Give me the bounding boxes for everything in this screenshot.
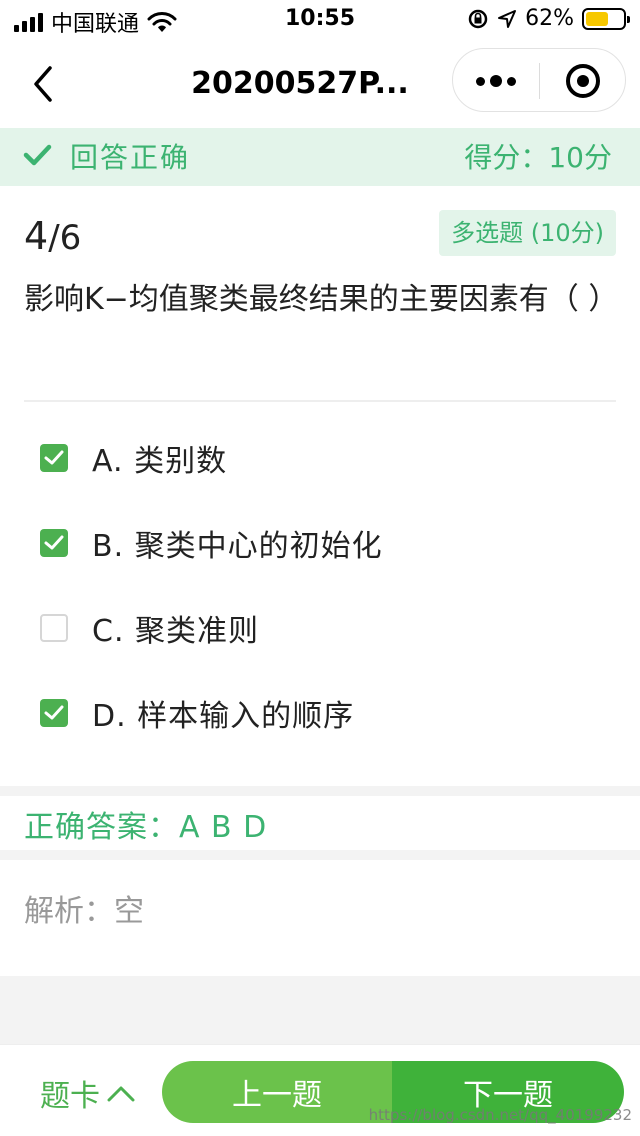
watermark: https://blog.csdn.net/qq_40199232 xyxy=(368,1106,632,1124)
option-a[interactable]: A. 类别数 xyxy=(40,428,600,488)
option-label: A. 类别数 xyxy=(92,444,228,479)
result-status: 回答正确 xyxy=(70,141,191,174)
divider xyxy=(24,400,616,402)
back-button[interactable] xyxy=(26,62,62,106)
analysis-value: 空 xyxy=(114,894,144,929)
option-label: C. 聚类准则 xyxy=(92,614,260,649)
option-c[interactable]: C. 聚类准则 xyxy=(40,598,600,658)
close-miniprogram-button[interactable] xyxy=(540,49,626,113)
option-label: D. 样本输入的顺序 xyxy=(92,699,355,734)
page-title: 20200527P... xyxy=(191,66,409,101)
check-icon xyxy=(23,144,52,166)
question-type-badge: 多选题 (10分) xyxy=(439,210,616,256)
more-button[interactable] xyxy=(453,49,539,113)
nav-bar: 20200527P... xyxy=(0,40,640,128)
chevron-up-icon xyxy=(107,1086,135,1102)
score-label: 得分：10分 xyxy=(464,141,612,174)
battery-icon xyxy=(582,7,630,30)
section-gap xyxy=(0,850,640,860)
rotation-lock-icon xyxy=(468,9,488,28)
battery-percent: 62% xyxy=(525,6,574,31)
correct-answer: 正确答案：A B D xyxy=(24,802,267,846)
analysis-label: 解析： xyxy=(24,894,114,929)
location-icon xyxy=(498,9,517,28)
correct-answer-value: A B D xyxy=(179,810,268,845)
empty-area xyxy=(0,976,640,1044)
checkbox-checked-icon xyxy=(40,444,68,472)
checkbox-unchecked-icon xyxy=(40,614,68,642)
question-total: /6 xyxy=(48,218,82,258)
correct-answer-label: 正确答案： xyxy=(24,810,179,845)
question-card-button[interactable]: 题卡 xyxy=(40,1071,136,1115)
menu-capsule xyxy=(452,48,626,112)
close-target-icon xyxy=(566,64,600,98)
prev-question-button[interactable]: 上一题 xyxy=(162,1061,392,1123)
option-label: B. 聚类中心的初始化 xyxy=(92,529,383,564)
result-banner: 回答正确 得分：10分 xyxy=(0,128,640,186)
question-card-label: 题卡 xyxy=(40,1079,100,1114)
checkbox-checked-icon xyxy=(40,529,68,557)
section-gap xyxy=(0,786,640,796)
more-dots-icon xyxy=(476,76,485,86)
question-text: 影响K−均值聚类最终结果的主要因素有（ ） xyxy=(24,282,619,317)
analysis: 解析：空 xyxy=(24,886,144,930)
question-current: 4 xyxy=(24,214,49,258)
option-d[interactable]: D. 样本输入的顺序 xyxy=(40,683,600,743)
back-chevron-icon xyxy=(34,66,52,102)
option-b[interactable]: B. 聚类中心的初始化 xyxy=(40,513,600,573)
question-progress: 4/6 xyxy=(24,214,81,258)
checkbox-checked-icon xyxy=(40,699,68,727)
status-bar: 中国联通 10:55 62% xyxy=(0,0,640,40)
status-right: 62% xyxy=(467,6,630,31)
